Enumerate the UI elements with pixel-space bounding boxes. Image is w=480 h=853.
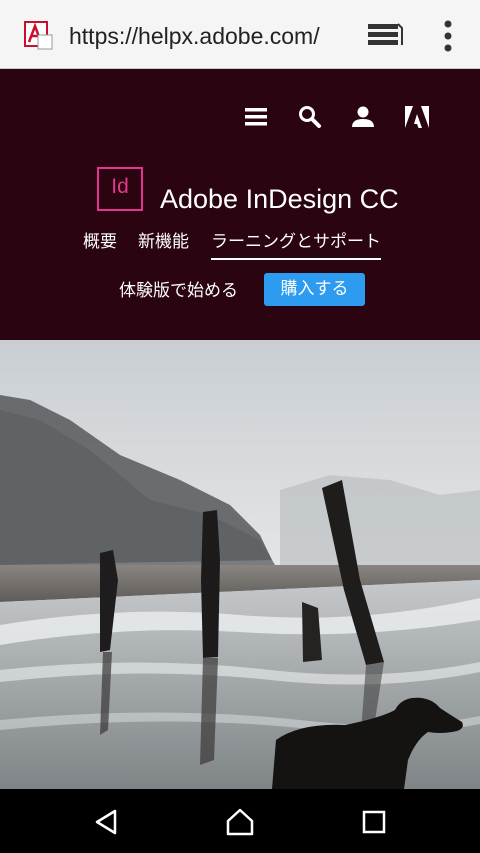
product-nav: 概要 新機能 ラーニングとサポート [0, 226, 480, 262]
search-icon[interactable] [295, 102, 325, 132]
indesign-product-icon: Id [97, 167, 143, 211]
product-title: Adobe InDesign CC [160, 184, 399, 214]
nav-new-features[interactable]: 新機能 [138, 226, 189, 260]
hero-image [0, 340, 480, 789]
home-icon[interactable] [225, 807, 255, 837]
url-field[interactable]: https://helpx.adobe.com/ [69, 20, 344, 52]
browser-toolbar: https://helpx.adobe.com/ [0, 0, 480, 69]
back-icon[interactable] [92, 807, 122, 837]
adobe-logo-icon[interactable] [402, 102, 432, 132]
site-header: Id Adobe InDesign CC 概要 新機能 ラーニングとサポート 体… [0, 69, 480, 340]
menu-icon[interactable] [242, 102, 272, 132]
tabs-icon[interactable] [364, 20, 404, 52]
adobe-acrobat-icon [24, 21, 54, 51]
user-icon[interactable] [348, 102, 378, 132]
buy-button[interactable]: 購入する [264, 273, 365, 306]
recents-icon[interactable] [359, 807, 389, 837]
nav-overview[interactable]: 概要 [83, 226, 117, 260]
nav-learning-support[interactable]: ラーニングとサポート [211, 226, 381, 260]
free-trial-link[interactable]: 体験版で始める [119, 276, 238, 306]
product-icon-text: Id [111, 175, 129, 198]
android-nav-bar [0, 789, 480, 853]
overflow-menu-icon[interactable] [432, 16, 464, 56]
